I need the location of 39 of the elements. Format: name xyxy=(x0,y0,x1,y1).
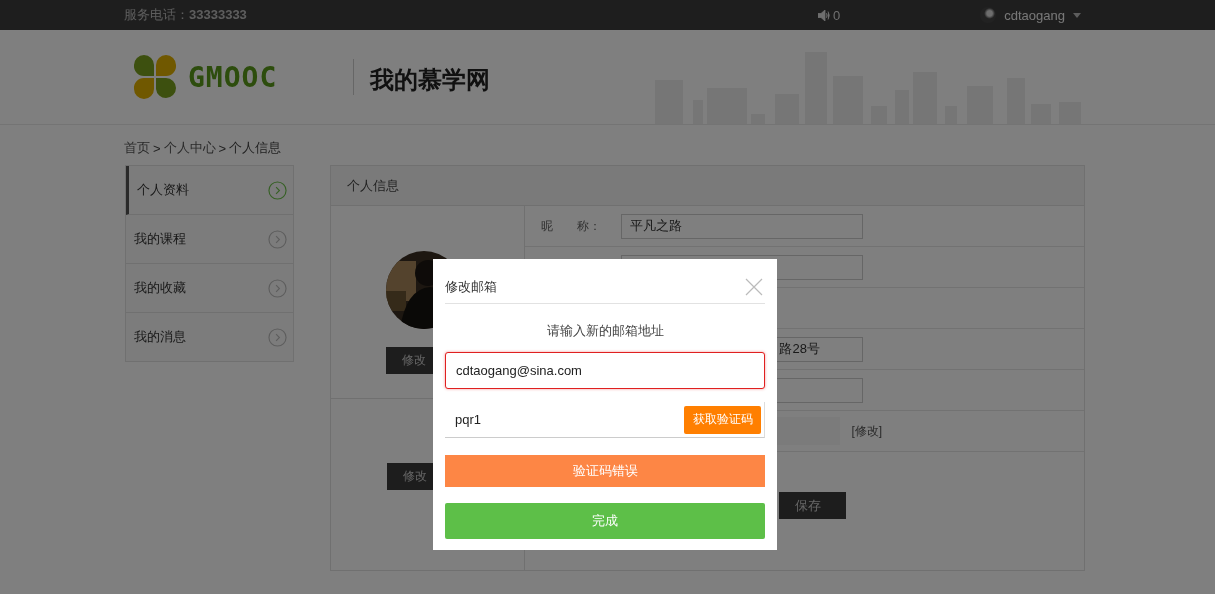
logo-text: GMOOC xyxy=(188,60,278,94)
panel-title: 个人信息 xyxy=(347,176,400,195)
dialog-title: 修改邮箱 xyxy=(445,278,497,296)
username[interactable]: cdtaogang xyxy=(1004,7,1065,23)
sidebar-item[interactable]: 个人资料 xyxy=(126,166,294,215)
chevron-circle-icon xyxy=(268,180,288,200)
save-button[interactable]: 保存 xyxy=(779,492,847,519)
input-field[interactable]: 平凡之路 xyxy=(621,213,864,239)
code-value: pqr1 xyxy=(455,412,482,427)
get-code-button[interactable]: 获取验证码 xyxy=(684,405,761,434)
speaker-icon[interactable] xyxy=(818,9,831,21)
service-phone: 服务电话：33333333 xyxy=(124,6,247,24)
breadcrumb-link[interactable]: 个人中心 xyxy=(163,139,216,157)
site-title: 我的慕学网 xyxy=(370,65,491,95)
dialog-prompt: 请输入新的邮箱地址 xyxy=(545,322,665,340)
done-button[interactable]: 完成 xyxy=(445,503,765,539)
breadcrumb-separator: > xyxy=(153,140,161,156)
sidebar-item-label: 我的收藏 xyxy=(134,279,186,297)
chevron-circle-icon xyxy=(268,229,288,249)
breadcrumb-current: 个人信息 xyxy=(229,139,282,157)
change-avatar-button[interactable]: 修改 xyxy=(386,347,435,374)
error-message: 验证码错误 xyxy=(445,455,765,487)
sidebar-item-label: 我的消息 xyxy=(134,328,186,346)
close-icon[interactable] xyxy=(745,278,763,296)
breadcrumb-separator: > xyxy=(218,140,227,156)
email-field[interactable]: cdtaogang@sina.com xyxy=(445,352,765,389)
logo-icon xyxy=(132,54,178,100)
chevron-circle-icon xyxy=(268,278,288,298)
field-label: 昵 称： xyxy=(541,217,603,235)
breadcrumb-link[interactable]: 首页 xyxy=(124,139,150,157)
notification-count: 0 xyxy=(833,7,841,23)
sidebar-item-label: 个人资料 xyxy=(137,181,189,199)
change-password-button[interactable]: 修改 xyxy=(387,463,435,490)
chevron-circle-icon xyxy=(268,327,288,347)
code-field[interactable]: pqr1 获取验证码 xyxy=(445,402,765,438)
user-avatar[interactable] xyxy=(980,7,997,23)
caret-icon[interactable] xyxy=(1073,12,1081,18)
edit-link[interactable]: [修改] xyxy=(851,422,883,440)
sidebar-item-label: 我的课程 xyxy=(134,230,186,248)
